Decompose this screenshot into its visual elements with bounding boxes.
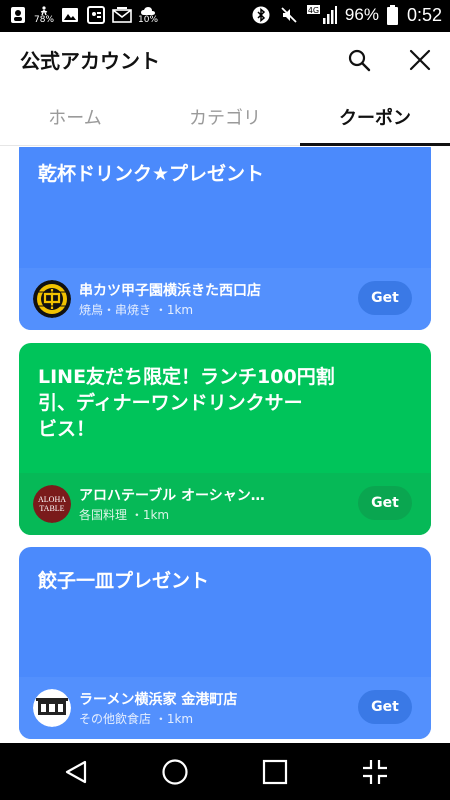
coupon-title-line: LINE友だち限定！ランチ100円割 xyxy=(38,366,335,388)
shop-logo xyxy=(33,689,71,727)
step-percent: 78% xyxy=(34,14,55,25)
tab-category[interactable]: カテゴリ xyxy=(150,88,300,146)
recent-apps-icon xyxy=(262,759,288,785)
network-label: 4G xyxy=(308,6,319,15)
shop-logo xyxy=(33,280,71,318)
weather-percent: 10% xyxy=(138,14,159,25)
shop-logo-text: TABLE xyxy=(39,504,64,513)
shop-category-distance: 各国料理 ・1km xyxy=(79,508,170,522)
coupon-title: LINE友だち限定！ランチ100円割 引、ディナーワンドリンクサー ビス！ xyxy=(38,364,371,442)
search-button[interactable] xyxy=(345,46,373,74)
system-nav-bar xyxy=(0,743,450,800)
walking-icon: 78% xyxy=(34,4,54,26)
battery-icon xyxy=(387,4,399,26)
get-coupon-button[interactable]: Get xyxy=(358,690,412,724)
coupon-shop-footer: ALOHA TABLE アロハテーブル オーシャン… 各国料理 ・1km Get xyxy=(19,473,431,535)
tab-home[interactable]: ホーム xyxy=(0,88,150,146)
shop-name: アロハテーブル オーシャン… xyxy=(79,488,265,504)
coupon-title: 餃子一皿プレゼント xyxy=(38,570,210,592)
shop-category-distance: その他飲食店 ・1km xyxy=(79,712,194,726)
active-tab-indicator xyxy=(300,143,450,146)
home-icon xyxy=(162,759,188,785)
page-title: 公式アカウント xyxy=(20,49,160,73)
signal-icon: 4G xyxy=(306,4,337,26)
tab-coupon[interactable]: クーポン xyxy=(300,88,450,146)
mail-icon xyxy=(112,4,132,26)
coupon-title-line: 引、ディナーワンドリンクサー xyxy=(38,392,303,414)
status-bar: 78% 10% 4G 96% 0:52 xyxy=(0,0,450,32)
coupon-list[interactable]: 乾杯ドリンク★プレゼント 串カツ甲子園横浜きた西口店 焼鳥・串焼き ・1km G… xyxy=(0,147,450,743)
status-bar-left: 78% 10% xyxy=(8,4,158,26)
shop-logo: ALOHA TABLE xyxy=(33,485,71,523)
search-icon xyxy=(348,49,371,72)
coupon-card[interactable]: 乾杯ドリンク★プレゼント 串カツ甲子園横浜きた西口店 焼鳥・串焼き ・1km G… xyxy=(19,147,431,330)
close-icon xyxy=(409,49,431,71)
coupon-shop-footer: ラーメン横浜家 金港町店 その他飲食店 ・1km Get xyxy=(19,677,431,739)
close-button[interactable] xyxy=(406,46,434,74)
recent-apps-button[interactable] xyxy=(258,755,292,789)
back-button[interactable] xyxy=(59,755,93,789)
shop-logo-text: ALOHA xyxy=(38,495,66,504)
split-screen-icon xyxy=(363,760,387,784)
image-icon xyxy=(60,4,80,26)
mute-icon xyxy=(279,4,299,26)
coupon-shop-footer: 串カツ甲子園横浜きた西口店 焼鳥・串焼き ・1km Get xyxy=(19,268,431,330)
split-screen-button[interactable] xyxy=(358,755,392,789)
coupon-title-line: ビス！ xyxy=(38,418,96,440)
get-coupon-button[interactable]: Get xyxy=(358,281,412,315)
battery-percent: 96% xyxy=(344,5,379,24)
home-button[interactable] xyxy=(158,755,192,789)
clock: 0:52 xyxy=(406,4,442,25)
coupon-card[interactable]: LINE友だち限定！ランチ100円割 引、ディナーワンドリンクサー ビス！ AL… xyxy=(19,343,431,535)
profile-card-icon xyxy=(86,4,106,26)
get-coupon-button[interactable]: Get xyxy=(358,486,412,520)
bluetooth-icon xyxy=(251,4,271,26)
shop-name: 串カツ甲子園横浜きた西口店 xyxy=(79,283,261,299)
tab-bar: ホーム カテゴリ クーポン xyxy=(0,88,450,146)
weather-icon: 10% xyxy=(138,4,158,26)
contact-icon xyxy=(8,4,28,26)
coupon-title: 乾杯ドリンク★プレゼント xyxy=(38,163,265,185)
status-bar-right: 4G 96% 0:52 xyxy=(251,4,442,26)
back-icon xyxy=(65,760,87,784)
app-header: 公式アカウント xyxy=(0,32,450,88)
coupon-card[interactable]: 餃子一皿プレゼント ラーメン横浜家 金港町店 その他飲食店 ・1km Get xyxy=(19,547,431,739)
shop-name: ラーメン横浜家 金港町店 xyxy=(79,692,238,708)
shop-category-distance: 焼鳥・串焼き ・1km xyxy=(79,303,194,317)
